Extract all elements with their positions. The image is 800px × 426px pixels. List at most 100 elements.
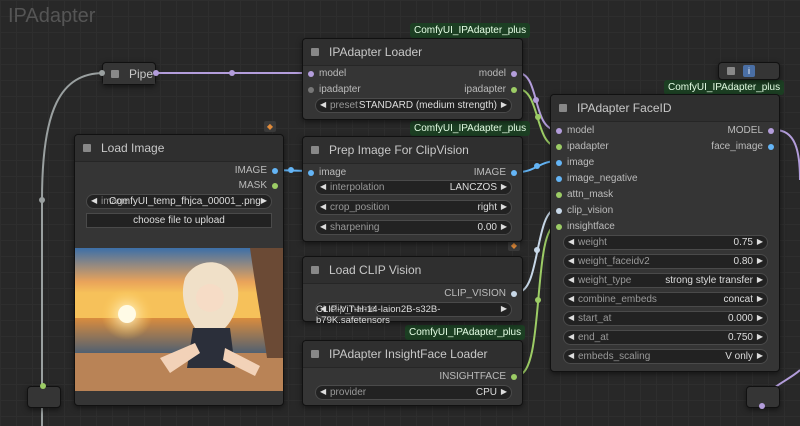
collapse-icon[interactable] <box>311 266 319 274</box>
reroute-node[interactable] <box>746 386 780 409</box>
badge-plugin-loader: ComfyUI_IPAdapter_plus <box>410 23 531 38</box>
output-slot-clip-vision[interactable] <box>511 291 517 297</box>
interpolation-combo[interactable]: ◀ interpolation LANCZOS ▶ <box>315 180 512 195</box>
arrow-left-icon: ◀ <box>320 202 327 211</box>
weight-number[interactable]: ◀ weight 0.75 ▶ <box>563 235 768 250</box>
ipadapter-loader-node[interactable]: IPAdapter Loader model ipadapter model i… <box>302 38 523 120</box>
node-title: Load CLIP Vision <box>329 263 422 277</box>
arrow-left-icon: ◀ <box>320 182 327 191</box>
pipe-output-slot[interactable] <box>153 70 159 76</box>
combine-embeds-combo[interactable]: ◀ combine_embeds concat ▶ <box>563 292 768 307</box>
input-label: attn_mask <box>567 189 614 200</box>
input-slot-model[interactable] <box>308 71 314 77</box>
output-label-ipadapter: ipadapter <box>464 84 506 95</box>
input-slot-attn-mask[interactable] <box>556 192 562 198</box>
collapse-icon[interactable] <box>311 48 319 56</box>
collapsed-node[interactable]: i <box>718 62 780 80</box>
arrow-left-icon: ◀ <box>320 100 327 109</box>
image-combo[interactable]: ◀ image ComfyUI_temp_fhjca_00001_.png ▶ <box>86 194 272 209</box>
node-title: IPAdapter FaceID <box>577 101 672 115</box>
arrow-left-icon: ◀ <box>568 332 575 341</box>
sharpening-number[interactable]: ◀ sharpening 0.00 ▶ <box>315 220 512 235</box>
arrow-left-icon: ◀ <box>568 294 575 303</box>
preset-combo[interactable]: ◀ preset STANDARD (medium strength) ▶ <box>315 98 512 113</box>
arrow-right-icon: ▶ <box>756 313 763 322</box>
input-slot-model[interactable] <box>556 128 562 134</box>
node-title: IPAdapter Loader <box>329 45 423 59</box>
reroute-input-slot[interactable] <box>40 383 46 389</box>
input-slot-clip-vision[interactable] <box>556 208 562 214</box>
input-slot-ipadapter[interactable] <box>308 87 314 93</box>
node-title: IPAdapter InsightFace Loader <box>329 347 488 361</box>
output-slot-image[interactable] <box>272 168 278 174</box>
arrow-left-icon: ◀ <box>568 256 575 265</box>
output-slot-model[interactable] <box>768 128 774 134</box>
weight-type-combo[interactable]: ◀ weight_type strong style transfer ▶ <box>563 273 768 288</box>
collapse-icon[interactable] <box>559 104 567 112</box>
arrow-right-icon: ▶ <box>500 182 507 191</box>
load-clip-vision-node[interactable]: Load CLIP Vision CLIP_VISION ◀ clip_name … <box>302 256 523 326</box>
pipe-node[interactable]: Pipe <box>99 62 159 85</box>
weight-faceidv2-number[interactable]: ◀ weight_faceidv2 0.80 ▶ <box>563 254 768 269</box>
fox-icon: ◆ <box>264 121 276 132</box>
input-slot-image-negative[interactable] <box>556 176 562 182</box>
load-image-node[interactable]: Load Image IMAGE MASK ◀ image ComfyUI_te… <box>74 134 284 406</box>
input-slot-image[interactable] <box>556 160 562 166</box>
info-icon[interactable]: i <box>743 65 755 77</box>
output-slot-model[interactable] <box>511 71 517 77</box>
arrow-right-icon: ▶ <box>500 304 507 313</box>
output-slot-face-image[interactable] <box>768 144 774 150</box>
embeds-scaling-combo[interactable]: ◀ embeds_scaling V only ▶ <box>563 349 768 364</box>
input-label-model: model <box>319 68 347 79</box>
input-label: clip_vision <box>567 205 614 216</box>
input-label: insightface <box>567 221 615 232</box>
output-slot-insightface[interactable] <box>511 374 517 380</box>
output-label-model: MODEL <box>727 125 763 136</box>
output-label-insightface: INSIGHTFACE <box>439 371 506 382</box>
output-slot-ipadapter[interactable] <box>511 87 517 93</box>
output-label-model: model <box>478 68 506 79</box>
input-label-ipadapter: ipadapter <box>319 84 361 95</box>
collapse-icon[interactable] <box>311 350 319 358</box>
provider-combo[interactable]: ◀ provider CPU ▶ <box>315 385 512 400</box>
end-at-number[interactable]: ◀ end_at 0.750 ▶ <box>563 330 768 345</box>
arrow-right-icon: ▶ <box>500 100 507 109</box>
badge-plugin-prep: ComfyUI_IPAdapter_plus <box>410 121 531 136</box>
arrow-right-icon: ▶ <box>500 202 507 211</box>
arrow-right-icon: ▶ <box>500 387 507 396</box>
clip-name-combo[interactable]: ◀ clip_name CLIP-ViT-H-14-laion2B-s32B-b7… <box>315 302 512 326</box>
reroute-output-slot[interactable] <box>759 403 765 409</box>
node-title: Load Image <box>101 141 165 155</box>
arrow-right-icon: ▶ <box>260 196 267 205</box>
image-preview <box>75 248 283 391</box>
input-label: model <box>567 125 595 136</box>
arrow-right-icon: ▶ <box>500 222 507 231</box>
start-at-number[interactable]: ◀ start_at 0.000 ▶ <box>563 311 768 326</box>
input-slot-insightface[interactable] <box>556 224 562 230</box>
arrow-right-icon: ▶ <box>756 332 763 341</box>
link-midpoint <box>229 70 235 76</box>
graph-canvas[interactable]: IPAdapter ComfyUI_IPAdapter_plus ComfyUI… <box>0 0 800 426</box>
collapse-icon[interactable] <box>111 69 119 78</box>
ipadapter-faceid-node[interactable]: IPAdapter FaceID MODEL face_image model … <box>550 94 780 372</box>
output-label-mask: MASK <box>238 180 267 191</box>
output-label-image: IMAGE <box>473 167 506 178</box>
upload-button[interactable]: choose file to upload <box>86 213 272 228</box>
collapse-icon[interactable] <box>311 146 319 154</box>
crop-position-combo[interactable]: ◀ crop_position right ▶ <box>315 200 512 215</box>
output-slot-mask[interactable] <box>272 183 278 189</box>
arrow-right-icon: ▶ <box>756 351 763 360</box>
insightface-loader-node[interactable]: IPAdapter InsightFace Loader INSIGHTFACE… <box>302 340 523 406</box>
collapse-icon[interactable] <box>727 67 735 75</box>
arrow-right-icon: ▶ <box>756 294 763 303</box>
prep-image-node[interactable]: Prep Image For ClipVision image IMAGE ◀ i… <box>302 136 523 242</box>
collapse-icon[interactable] <box>83 144 91 152</box>
output-slot-image[interactable] <box>511 170 517 176</box>
input-slot-image[interactable] <box>308 170 314 176</box>
reroute-node[interactable] <box>27 383 61 408</box>
arrow-left-icon: ◀ <box>568 313 575 322</box>
pipe-input-slot[interactable] <box>99 70 105 76</box>
output-label-clip-vision: CLIP_VISION <box>444 288 506 299</box>
input-slot-ipadapter[interactable] <box>556 144 562 150</box>
node-title: Pipe <box>129 66 154 81</box>
